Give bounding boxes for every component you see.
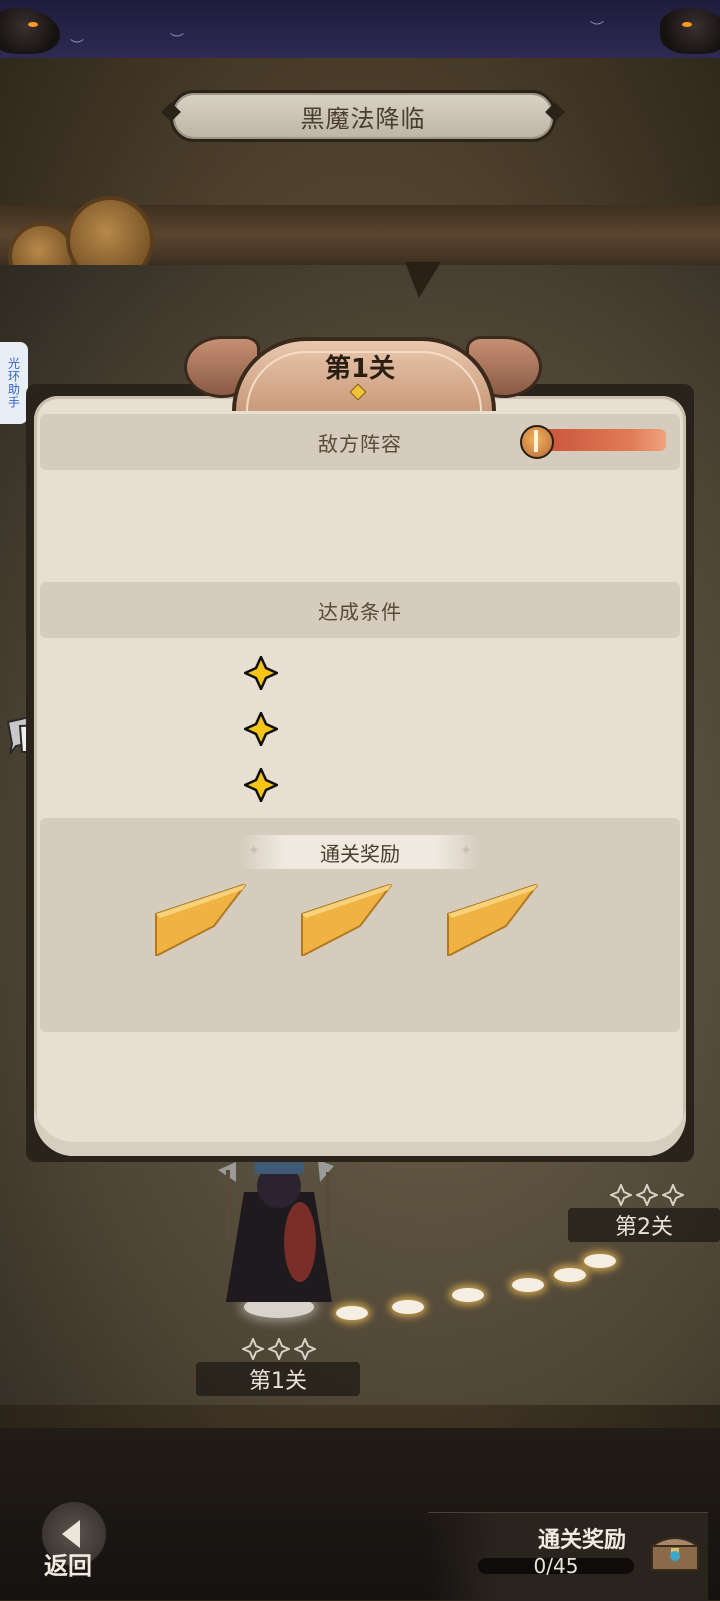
- event-title-banner: 黑魔法降临: [161, 90, 565, 142]
- enemy-lineup-label: 敌方阵容: [318, 431, 402, 456]
- conditions-label: 达成条件: [318, 599, 402, 624]
- reward-item-slot[interactable]: [154, 884, 246, 956]
- stage1-stars: [242, 1338, 316, 1360]
- star-empty-icon: [610, 1184, 632, 1206]
- condition-star-icon: [244, 768, 278, 802]
- path-dot: [392, 1300, 424, 1314]
- star-empty-icon: [636, 1184, 658, 1206]
- enemy-power-badge: [520, 425, 672, 459]
- path-dot: [512, 1278, 544, 1292]
- treasure-chest-icon[interactable]: [650, 1532, 700, 1572]
- bird-icon: ︶: [590, 21, 604, 37]
- stage1-node[interactable]: 第1关: [196, 1362, 360, 1396]
- back-arrow-icon: [62, 1520, 80, 1548]
- star-empty-icon: [662, 1184, 684, 1206]
- reward-item-slot[interactable]: [446, 884, 538, 956]
- event-title: 黑魔法降临: [300, 104, 426, 133]
- condition-star-icon: [244, 712, 278, 746]
- hero-character-icon: [218, 1158, 334, 1302]
- conditions-header: 达成条件: [40, 582, 680, 638]
- path-dot: [554, 1268, 586, 1282]
- sparkle-icon: ✦: [248, 843, 260, 859]
- condition-star-icon: [244, 656, 278, 690]
- serpent-head-icon: [0, 8, 60, 54]
- clear-reward-title: 通关奖励: [538, 1528, 627, 1553]
- stage-panel: [34, 396, 686, 1156]
- sky-banner: ︶ ︶ ︶: [0, 0, 720, 58]
- path-dot: [584, 1254, 616, 1268]
- clear-reward-count: 0/45: [533, 1554, 579, 1578]
- star-empty-icon: [268, 1338, 290, 1360]
- sparkle-icon: ✦: [460, 843, 472, 859]
- sword-power-icon: [520, 425, 554, 459]
- stage2-stars: [610, 1184, 684, 1206]
- rewards-label: 通关奖励: [320, 841, 400, 866]
- stage2-node[interactable]: 第2关: [568, 1208, 720, 1242]
- star-empty-icon: [242, 1338, 264, 1360]
- rewards-header: ✦ 通关奖励 ✦: [240, 835, 480, 869]
- bird-icon: ︶: [70, 39, 84, 55]
- bird-icon: ︶: [170, 33, 184, 49]
- serpent-head-icon: [660, 8, 720, 54]
- star-empty-icon: [294, 1338, 316, 1360]
- path-dot: [452, 1288, 484, 1302]
- enemy-power-bar: [542, 429, 666, 451]
- assistant-tab[interactable]: 光环助手: [0, 342, 28, 424]
- back-label[interactable]: 返回: [44, 1546, 92, 1581]
- speech-pointer: [405, 262, 441, 298]
- reward-item-slot[interactable]: [300, 884, 392, 956]
- stage-title: 第1关: [324, 354, 396, 384]
